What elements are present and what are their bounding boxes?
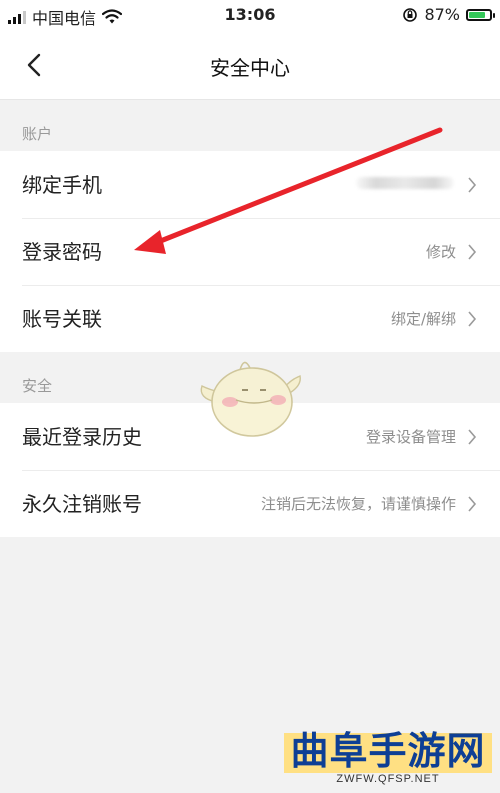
chevron-right-icon xyxy=(468,429,477,445)
masked-phone-number xyxy=(356,177,454,189)
section-label-account: 账户 xyxy=(22,125,53,143)
chevron-right-icon xyxy=(468,244,477,260)
battery-charging-icon xyxy=(466,8,495,21)
page-title: 安全中心 xyxy=(210,56,290,80)
row-label: 账号关联 xyxy=(22,307,102,331)
account-group: 绑定手机 登录密码 修改 账号关联 绑定/解绑 xyxy=(0,151,500,352)
battery-fill xyxy=(469,11,485,18)
row-label: 最近登录历史 xyxy=(22,425,142,449)
battery-percent: 87% xyxy=(424,5,460,24)
watermark-url: ZWFW.QFSP.NET xyxy=(336,773,440,785)
login-password-row[interactable]: 登录密码 修改 xyxy=(0,218,500,285)
row-label: 登录密码 xyxy=(22,240,102,264)
watermark-title: 曲阜手游网 xyxy=(290,728,486,773)
nav-bar: 安全中心 xyxy=(0,30,500,100)
chevron-right-icon xyxy=(468,177,477,193)
row-label: 永久注销账号 xyxy=(22,492,142,516)
section-label-security: 安全 xyxy=(22,377,53,395)
row-value: 注销后无法恢复，请谨慎操作 xyxy=(260,495,456,513)
row-value: 登录设备管理 xyxy=(365,428,456,446)
row-value: 修改 xyxy=(425,243,456,261)
account-link-row[interactable]: 账号关联 绑定/解绑 xyxy=(0,285,500,352)
chevron-right-icon xyxy=(468,311,477,327)
row-value: 绑定/解绑 xyxy=(390,310,456,328)
chevron-right-icon xyxy=(468,496,477,512)
status-right: 87% xyxy=(402,5,495,24)
site-watermark: 曲阜手游网 ZWFW.QFSP.NET xyxy=(284,727,492,789)
orientation-lock-icon xyxy=(403,7,418,22)
mascot-watermark-icon xyxy=(200,361,301,437)
status-bar: 中国电信 13:06 87% xyxy=(0,0,500,30)
bind-phone-row[interactable]: 绑定手机 xyxy=(0,151,500,218)
row-label: 绑定手机 xyxy=(22,173,102,197)
delete-account-row[interactable]: 永久注销账号 注销后无法恢复，请谨慎操作 xyxy=(0,470,500,537)
